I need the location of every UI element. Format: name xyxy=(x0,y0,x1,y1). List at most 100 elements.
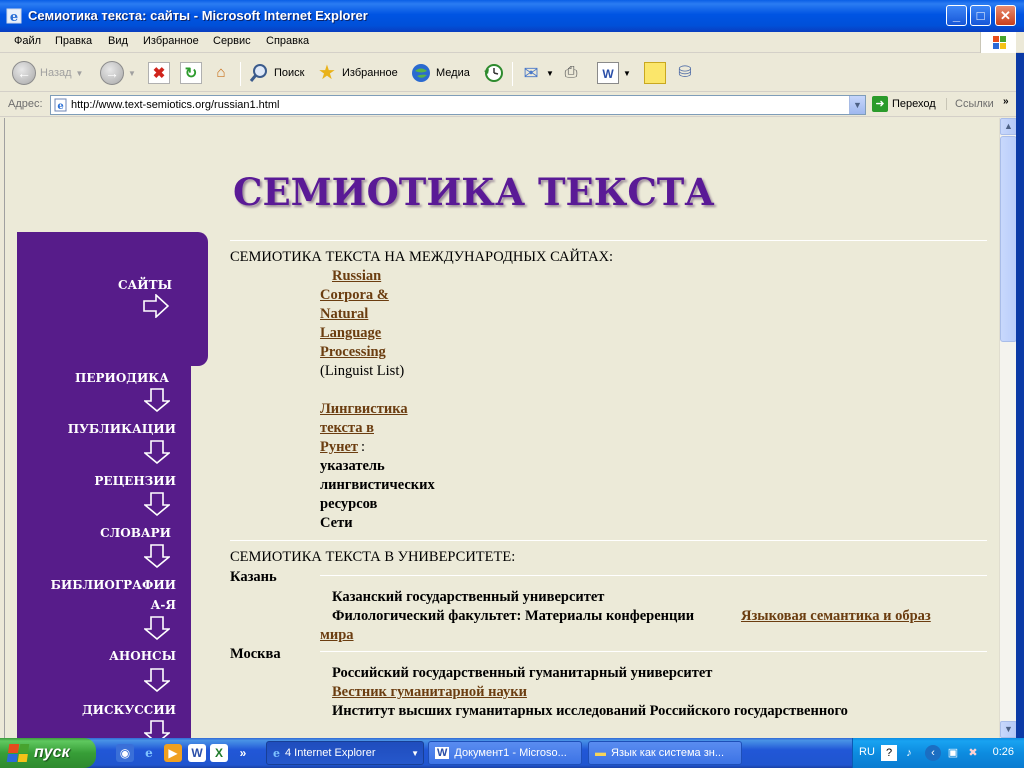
start-button[interactable]: пуск xyxy=(0,738,96,768)
nav-item-announcements[interactable]: АНОНСЫ xyxy=(109,649,176,663)
task-label: Язык как система зн... xyxy=(611,747,725,759)
nav-item-sites[interactable]: САЙТЫ xyxy=(118,278,172,292)
scroll-up-icon[interactable]: ▲ xyxy=(1000,118,1016,135)
nav-item-bibliographies[interactable]: БИБЛИОГРАФИИ xyxy=(51,578,176,592)
nav-item-publications[interactable]: ПУБЛИКАЦИИ xyxy=(68,422,176,436)
resource-description: Сети xyxy=(320,515,353,531)
quicklaunch-word-icon[interactable]: W xyxy=(188,744,206,762)
nav-item-dictionaries[interactable]: СЛОВАРИ xyxy=(100,526,171,540)
task-dropdown-icon: ▼ xyxy=(411,748,419,758)
mail-dropdown-icon: ▼ xyxy=(546,68,554,78)
volume-icon[interactable]: ♪ xyxy=(901,745,917,761)
nav-item-periodicals[interactable]: ПЕРИОДИКА xyxy=(75,371,169,385)
start-label: пуск xyxy=(34,744,70,761)
right-arrow-icon xyxy=(143,294,169,318)
address-dropdown-icon[interactable]: ▼ xyxy=(849,96,865,114)
clock[interactable]: 0:26 xyxy=(993,746,1014,758)
link-russian-corpora[interactable]: Natural xyxy=(320,306,368,323)
quicklaunch-ie-icon[interactable]: e xyxy=(140,744,158,762)
title-bar: e Семиотика текста: сайты - Microsoft In… xyxy=(0,0,1024,32)
link-semantics-conference[interactable]: Языковая семантика и образ xyxy=(741,608,931,625)
vertical-scrollbar[interactable]: ▲ ▼ xyxy=(999,118,1016,738)
help-icon[interactable]: ? xyxy=(881,745,897,761)
edit-button[interactable]: W ▼ xyxy=(597,59,631,87)
section-heading-international: СЕМИОТИКА ТЕКСТА НА МЕЖДУНАРОДНЫХ САЙТАХ… xyxy=(230,249,614,265)
link-runet-linguistics[interactable]: текста в xyxy=(320,420,374,437)
mail-icon: ✉ xyxy=(523,63,539,83)
link-russian-corpora[interactable]: Language xyxy=(320,325,381,342)
menu-tools[interactable]: Сервис xyxy=(213,35,251,47)
stop-button[interactable]: ✖ xyxy=(148,59,170,87)
link-russian-corpora[interactable]: Processing xyxy=(320,344,386,361)
system-tray: RU ? ♪ ‹ ▣ ✖ 0:26 xyxy=(852,738,1024,768)
windows-flag-icon xyxy=(6,744,30,762)
moscow-university: Российский государственный гуманитарный … xyxy=(332,665,713,681)
history-button[interactable] xyxy=(482,59,504,87)
link-humanities-journal[interactable]: Вестник гуманитарной науки xyxy=(332,684,527,701)
link-russian-corpora[interactable]: Russian xyxy=(332,268,381,285)
down-arrow-icon xyxy=(144,440,170,464)
minimize-button[interactable]: _ xyxy=(946,5,967,26)
task-internet-explorer[interactable]: e 4 Internet Explorer ▼ xyxy=(266,741,424,765)
city-kazan: Казань xyxy=(230,569,277,585)
down-arrow-icon xyxy=(144,388,170,412)
mail-button[interactable]: ✉ ▼ xyxy=(520,59,554,87)
link-russian-corpora[interactable]: Corpora & xyxy=(320,287,389,304)
links-toolbar[interactable]: Ссылки xyxy=(946,98,994,110)
linguist-list-note: (Linguist List) xyxy=(320,363,405,379)
search-button[interactable]: Поиск xyxy=(248,59,304,87)
scroll-down-icon[interactable]: ▼ xyxy=(1000,721,1016,738)
search-icon xyxy=(249,64,267,82)
nav-item-discussions[interactable]: ДИСКУССИИ xyxy=(82,703,176,717)
quicklaunch-desktop-icon[interactable]: ◉ xyxy=(116,744,134,762)
refresh-icon: ↻ xyxy=(180,62,202,84)
quicklaunch-chevron-icon[interactable]: » xyxy=(234,744,252,762)
research-icon: ⛁ xyxy=(678,64,692,81)
internet-explorer-icon: e xyxy=(6,8,22,24)
page-content: СЕМИОТИКА ТЕКСТА САЙТЫ ПЕРИОДИКА ПУБЛИКА… xyxy=(4,118,1016,738)
nav-item-reviews[interactable]: РЕЦЕНЗИИ xyxy=(94,474,176,488)
media-button[interactable]: Медиа xyxy=(410,59,470,87)
menu-help[interactable]: Справка xyxy=(266,35,309,47)
down-arrow-icon xyxy=(144,668,170,692)
discuss-button[interactable] xyxy=(644,59,666,87)
kazan-faculty-text: Филологический факультет: Материалы конф… xyxy=(332,608,695,624)
word-task-icon: W xyxy=(435,747,450,759)
quicklaunch-excel-icon[interactable]: X xyxy=(210,744,228,762)
word-edit-icon: W xyxy=(597,62,619,84)
forward-button[interactable]: → ▼ xyxy=(100,59,136,87)
refresh-button[interactable]: ↻ xyxy=(180,59,202,87)
task-word-document[interactable]: W Документ1 - Microso... xyxy=(428,741,582,765)
nav-active-tab[interactable]: САЙТЫ xyxy=(17,232,208,366)
scroll-thumb[interactable] xyxy=(1000,136,1016,342)
chevron-right-icon[interactable]: » xyxy=(1003,96,1009,107)
research-button[interactable]: ⛁ xyxy=(674,59,696,87)
network-icon[interactable]: ▣ xyxy=(945,745,961,761)
page-icon: e xyxy=(54,98,67,112)
go-button[interactable]: ➜ Переход xyxy=(872,96,936,112)
close-button[interactable]: ✕ xyxy=(995,5,1016,26)
menu-edit[interactable]: Правка xyxy=(55,35,92,47)
quicklaunch-media-player-icon[interactable]: ▶ xyxy=(164,744,182,762)
menu-favorites[interactable]: Избранное xyxy=(143,35,199,47)
menu-file[interactable]: Файл xyxy=(14,35,41,47)
note-icon xyxy=(644,62,666,84)
favorites-label: Избранное xyxy=(342,67,398,79)
link-runet-linguistics[interactable]: Лингвистика xyxy=(320,401,408,418)
address-input[interactable]: e http://www.text-semiotics.org/russian1… xyxy=(50,95,866,115)
favorites-button[interactable]: ★ Избранное xyxy=(316,59,398,87)
back-button[interactable]: ← Назад ▼ xyxy=(12,59,83,87)
background-window-edge xyxy=(1016,32,1024,738)
home-button[interactable]: ⌂ xyxy=(210,59,232,87)
maximize-button[interactable]: □ xyxy=(970,5,991,26)
menu-view[interactable]: Вид xyxy=(108,35,128,47)
print-button[interactable]: ⎙ xyxy=(560,59,582,87)
language-indicator[interactable]: RU xyxy=(859,746,875,758)
nav-item-a-z[interactable]: А-Я xyxy=(151,598,176,612)
link-semantics-conference[interactable]: мира xyxy=(320,627,354,644)
toolbar-separator xyxy=(512,62,513,86)
network-disconnected-icon[interactable]: ✖ xyxy=(965,745,981,761)
task-folder[interactable]: ▬ Язык как система зн... xyxy=(588,741,742,765)
link-runet-linguistics[interactable]: Рунет xyxy=(320,439,358,456)
chevron-left-icon[interactable]: ‹ xyxy=(925,745,941,761)
